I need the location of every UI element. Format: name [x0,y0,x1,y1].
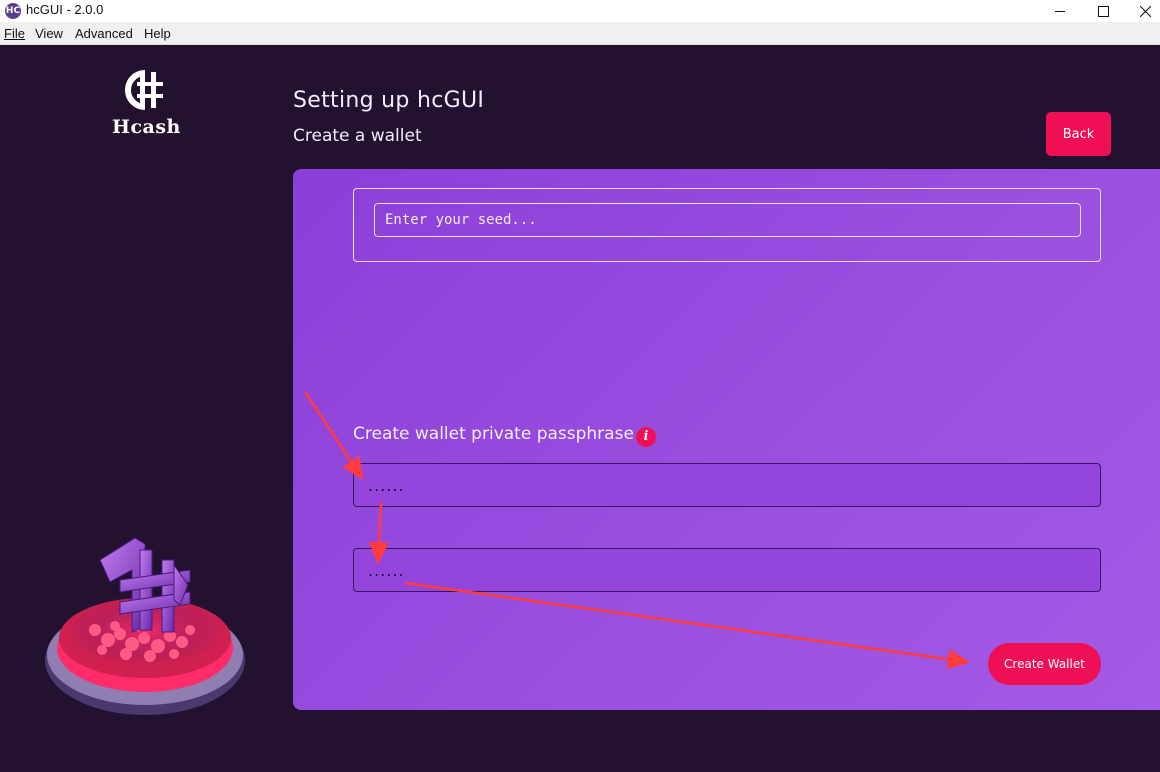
close-button[interactable] [1122,0,1160,22]
menu-advanced[interactable]: Advanced [75,26,133,41]
passphrase-input[interactable] [353,463,1101,507]
confirm-passphrase-input[interactable] [353,548,1101,592]
hcash-logo-icon: HC [5,3,21,19]
hcash-pedestal-illustration [45,537,245,715]
maximize-button[interactable] [1080,0,1126,22]
seed-input-box [353,188,1101,262]
menu-file[interactable]: File [4,26,25,41]
passphrase-label: Create wallet private passphrase [353,424,634,444]
menu-view[interactable]: View [35,26,63,41]
hcash-logo-icon [125,70,163,110]
brand-logo: Hcash [112,70,181,138]
back-button[interactable]: Back [1046,112,1111,156]
create-wallet-panel: Create wallet private passphrase i Creat… [293,169,1160,710]
minimize-button[interactable] [1037,0,1083,22]
close-icon [1139,5,1151,17]
brand-name: Hcash [112,116,181,138]
info-icon[interactable]: i [636,427,656,447]
create-wallet-button[interactable]: Create Wallet [988,643,1101,685]
maximize-icon [1097,5,1109,17]
menu-help[interactable]: Help [144,26,171,41]
page-subtitle: Create a wallet [293,126,422,146]
seed-input[interactable] [374,203,1081,237]
window-title: hcGUI - 2.0.0 [26,2,104,17]
title-bar: HC hcGUI - 2.0.0 [0,0,1160,22]
menu-bar: File View Advanced Help [0,22,1160,45]
page-title: Setting up hcGUI [293,88,485,113]
minimize-icon [1054,10,1065,12]
